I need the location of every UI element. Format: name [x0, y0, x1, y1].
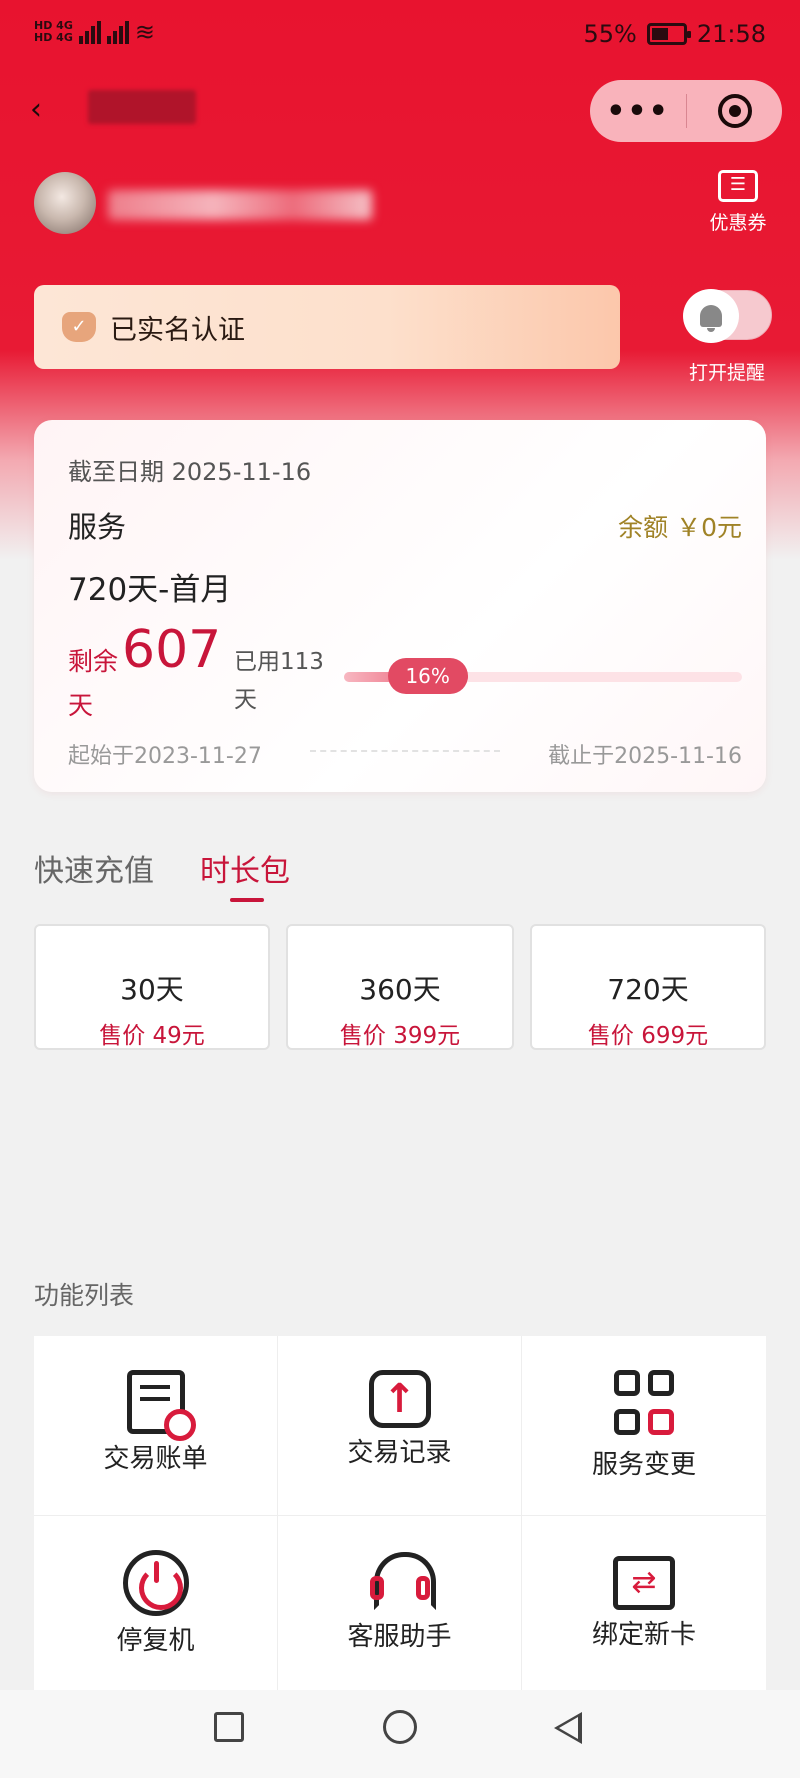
signal-1-icon — [78, 20, 101, 44]
headset-icon — [369, 1550, 436, 1612]
close-button[interactable] — [687, 94, 782, 128]
function-records[interactable]: 交易记录 — [278, 1336, 522, 1516]
status-bar: HD 4G HD 4G ≋ 55% 21:58 — [0, 0, 800, 75]
home-icon[interactable] — [383, 1710, 417, 1744]
start-date: 起始于2023-11-27 — [68, 744, 262, 769]
balance-label: 余额 ￥0元 — [618, 513, 742, 542]
package-card-720[interactable]: 720天 售价 699元 — [530, 924, 766, 1050]
package-days: 720天 — [607, 973, 689, 1006]
signal-2-icon — [106, 20, 129, 44]
function-label: 客服助手 — [347, 1622, 452, 1652]
service-date: 截至日期 2025-11-16 — [68, 458, 312, 486]
function-service-change[interactable]: 服务变更 — [522, 1336, 766, 1516]
reminder-label: 打开提醒 — [688, 362, 765, 384]
package-days: 30天 — [120, 973, 184, 1006]
package-price: 售价 399元 — [339, 1023, 461, 1049]
used-unit: 天 — [234, 687, 257, 713]
function-list-title: 功能列表 — [34, 1281, 135, 1310]
battery-percent: 55% — [583, 20, 637, 48]
avatar[interactable] — [34, 172, 96, 234]
remaining-unit: 天 — [68, 691, 94, 720]
coupon-label: 优惠券 — [709, 212, 767, 234]
function-bind-card[interactable]: 绑定新卡 — [522, 1516, 766, 1696]
active-tab-indicator — [230, 898, 264, 902]
package-price: 售价 699元 — [587, 1023, 709, 1049]
toggle-knob — [683, 289, 739, 343]
date-divider — [310, 750, 500, 752]
upload-record-icon — [368, 1370, 431, 1428]
package-card-360[interactable]: 360天 售价 399元 — [286, 924, 514, 1050]
reminder-toggle[interactable] — [683, 289, 772, 343]
used-label: 已用113 — [234, 649, 324, 675]
function-suspend-resume[interactable]: 停复机 — [34, 1516, 278, 1696]
grid-apps-icon — [614, 1370, 674, 1440]
package-price: 售价 49元 — [99, 1023, 205, 1049]
package-days: 360天 — [359, 973, 441, 1006]
service-card: 截至日期 2025-11-16 服务 余额 ￥0元 720天-首月 剩余 607… — [34, 420, 766, 792]
recent-apps-icon[interactable] — [214, 1712, 244, 1742]
verified-badge-icon: ✓ — [62, 312, 96, 342]
package-card-30[interactable]: 30天 售价 49元 — [34, 924, 270, 1050]
service-name: 服务 — [68, 510, 127, 544]
function-label: 停复机 — [116, 1626, 195, 1656]
remaining-days: 607 — [122, 620, 222, 680]
remaining-label: 剩余 — [68, 647, 119, 676]
mini-program-close-icon — [717, 94, 752, 128]
wifi-icon: ≋ — [134, 18, 155, 46]
back-arrow-icon[interactable]: ‹ — [30, 92, 60, 127]
plan-name: 720天-首月 — [68, 572, 232, 608]
page-title-redacted — [88, 90, 196, 124]
function-bill[interactable]: 交易账单 — [34, 1336, 278, 1516]
progress-percent-pill: 16% — [387, 658, 468, 694]
mini-program-capsule: ••• — [590, 80, 782, 142]
coupon-button[interactable]: 优惠券 — [700, 170, 776, 235]
network-2-label: HD 4G — [34, 31, 73, 44]
end-date: 截止于2025-11-16 — [548, 744, 742, 769]
back-triangle-icon[interactable] — [554, 1712, 582, 1744]
tab-duration-package[interactable]: 时长包 — [200, 846, 290, 890]
tab-quick-recharge[interactable]: 快速充值 — [34, 846, 154, 890]
bill-search-icon — [126, 1370, 196, 1441]
bell-icon — [700, 305, 722, 332]
verified-banner[interactable]: ✓ 已实名认证 — [34, 285, 620, 369]
function-grid: 交易账单 交易记录 服务变更 停复机 客服助手 绑定新卡 — [34, 1336, 766, 1696]
status-right: 55% 21:58 — [583, 20, 766, 48]
function-label: 交易账单 — [103, 1444, 208, 1474]
clock: 21:58 — [696, 20, 766, 48]
function-label: 绑定新卡 — [591, 1620, 696, 1650]
battery-icon — [646, 23, 691, 45]
function-label: 服务变更 — [591, 1450, 696, 1480]
verified-label: 已实名认证 — [110, 314, 245, 346]
function-label: 交易记录 — [347, 1438, 452, 1468]
signal-group: HD 4G HD 4G ≋ — [34, 20, 155, 44]
power-icon — [122, 1550, 189, 1616]
ticket-icon — [718, 170, 758, 202]
user-name-redacted — [108, 190, 372, 220]
card-swap-icon — [613, 1556, 675, 1610]
more-dots-icon[interactable]: ••• — [590, 94, 686, 129]
system-nav-bar — [0, 1690, 800, 1778]
function-customer-service[interactable]: 客服助手 — [278, 1516, 522, 1696]
